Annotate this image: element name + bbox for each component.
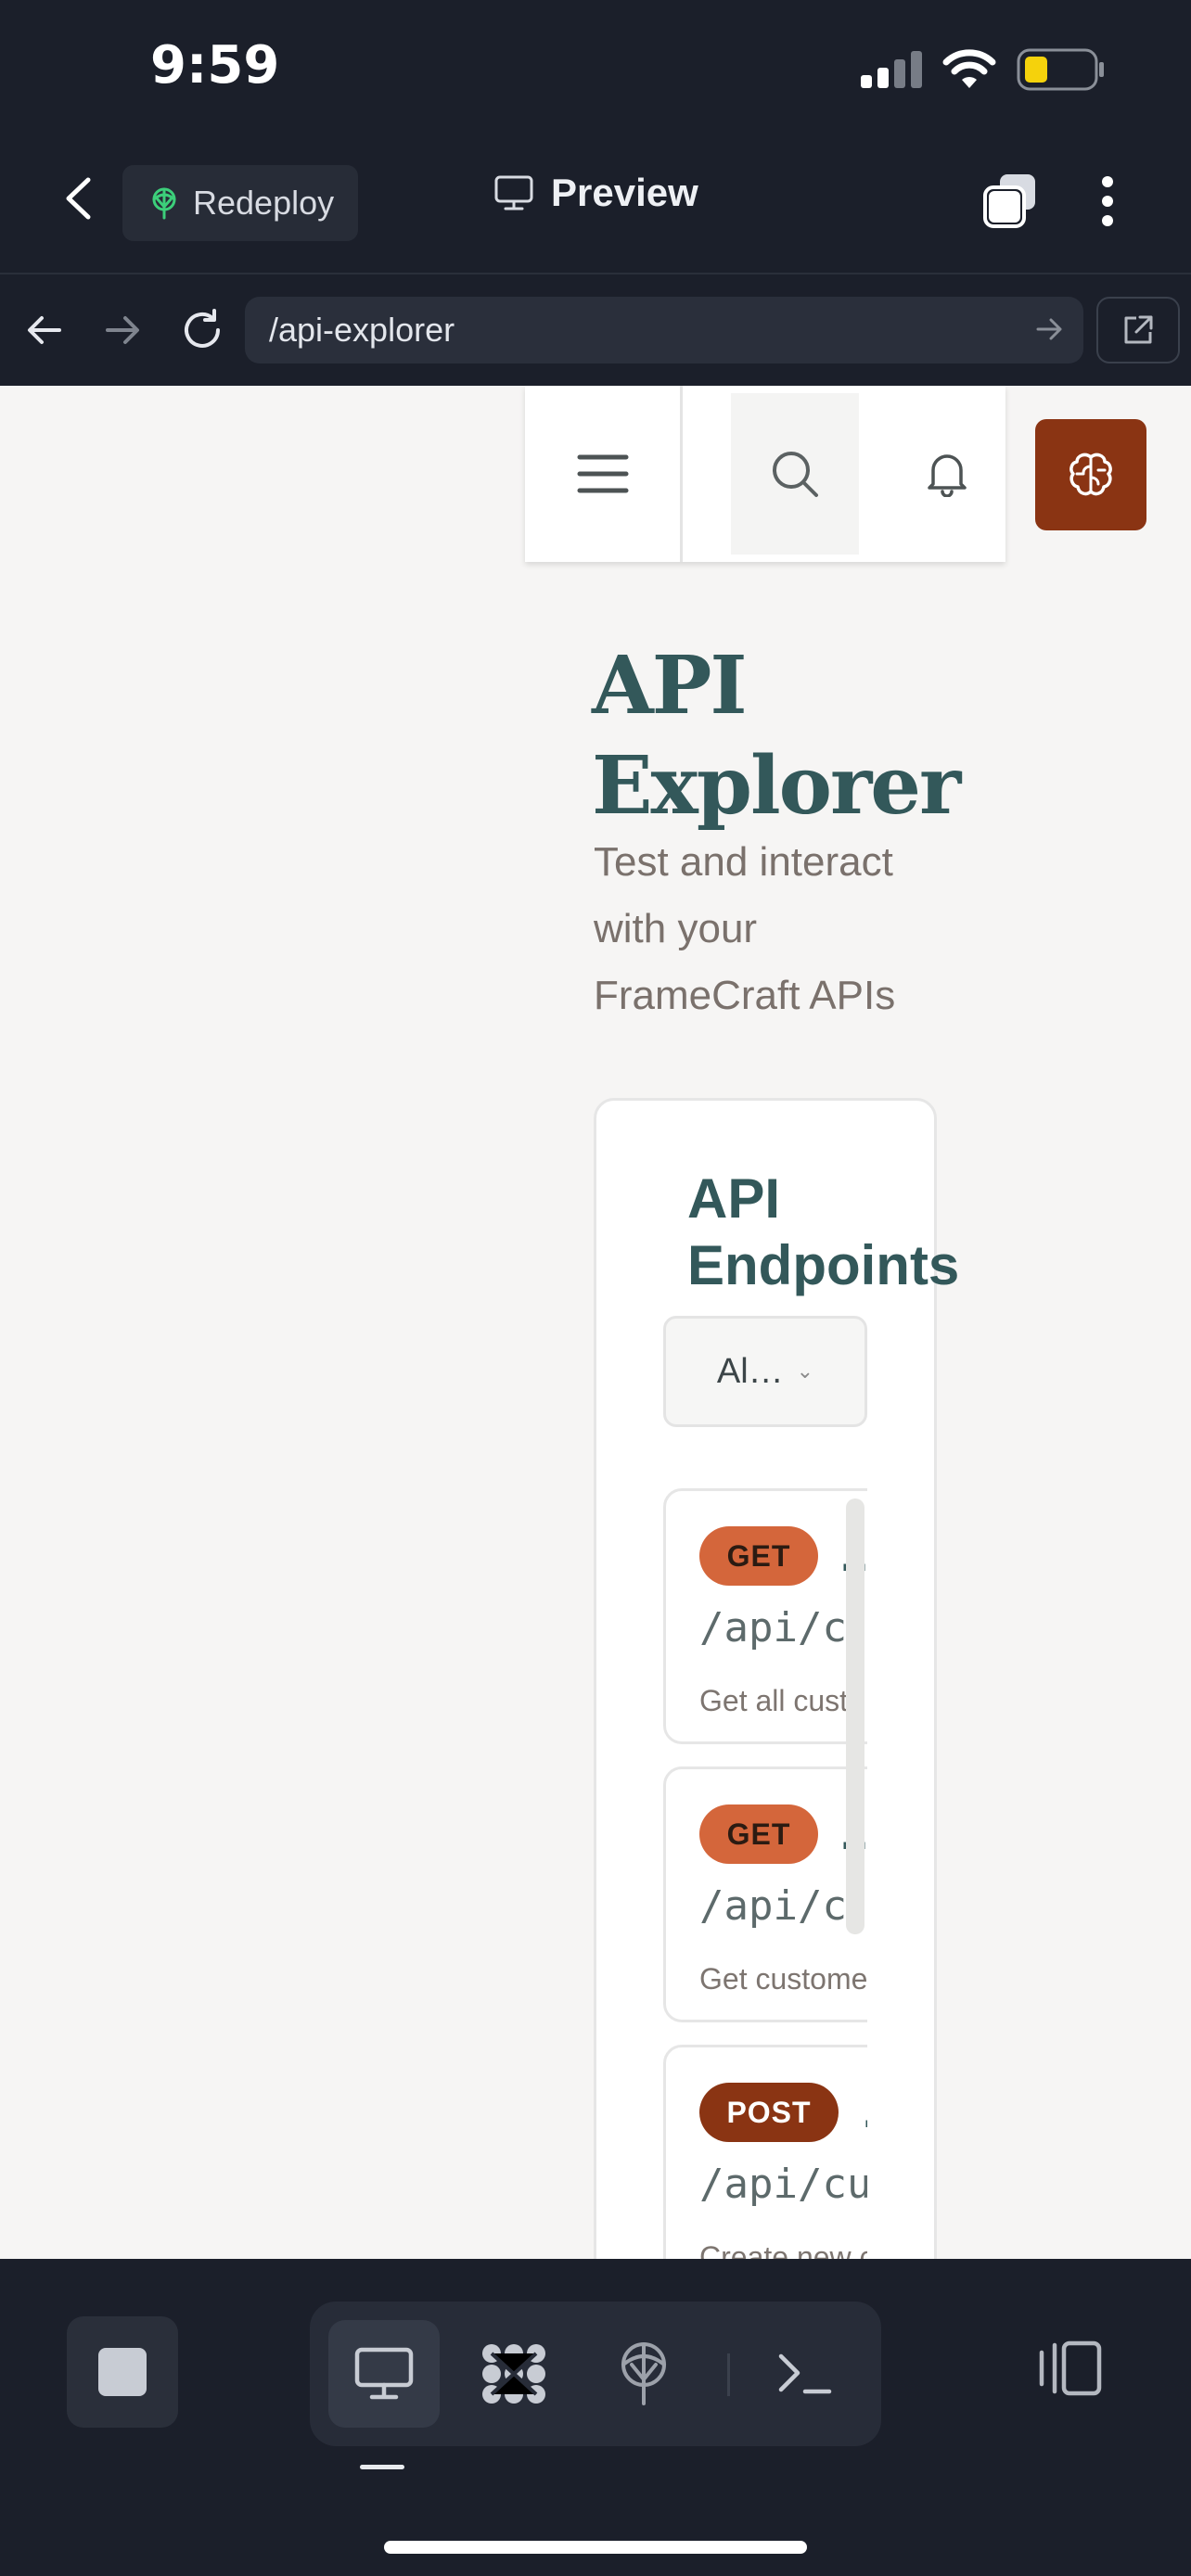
page-title: API Explorer xyxy=(592,639,961,833)
site-top-nav xyxy=(525,386,1005,562)
open-external-button[interactable] xyxy=(1096,297,1180,363)
tabs-icon xyxy=(983,174,1035,228)
arrow-left-icon xyxy=(28,316,61,344)
go-arrow-icon[interactable] xyxy=(1035,313,1065,345)
redeploy-icon xyxy=(152,187,176,220)
terminal-icon xyxy=(778,2353,832,2394)
search-icon xyxy=(773,452,818,497)
method-badge: GET xyxy=(699,1804,818,1864)
redeploy-label: Redeploy xyxy=(193,184,335,222)
endpoint-description: Get custome xyxy=(699,1962,867,1996)
monitor-icon xyxy=(494,175,533,210)
deploy-tool-button[interactable] xyxy=(588,2320,699,2428)
battery-icon xyxy=(1017,48,1104,91)
back-chevron-icon xyxy=(66,177,91,220)
stop-button[interactable] xyxy=(67,2316,178,2428)
ai-assistant-button[interactable] xyxy=(1035,419,1146,530)
panel-icon xyxy=(1039,2340,1102,2396)
header-divider xyxy=(0,273,1191,274)
back-button[interactable] xyxy=(52,172,104,224)
chevron-down-icon: ⌄ xyxy=(796,1359,814,1383)
reload-icon xyxy=(185,309,220,348)
home-indicator xyxy=(384,2541,807,2554)
endpoint-path: /api/cu xyxy=(699,2161,867,2208)
endpoint-description: Create new c xyxy=(699,2240,867,2259)
status-icons xyxy=(861,48,1106,91)
bell-icon xyxy=(928,454,967,497)
endpoint-path: /api/c xyxy=(699,1882,847,1930)
status-time: 9:59 xyxy=(150,35,280,96)
wifi-icon xyxy=(942,49,996,88)
page-subtitle: Test and interact with your FrameCraft A… xyxy=(594,839,896,1018)
arrow-right-icon xyxy=(106,316,139,344)
browser-forward-button[interactable] xyxy=(96,304,148,356)
reload-button[interactable] xyxy=(176,304,228,356)
monitor-icon xyxy=(354,2347,414,2400)
tool-group xyxy=(310,2302,881,2446)
endpoints-card: API Endpoints Al… ⌄ GET … /api/c Get all… xyxy=(594,1098,959,2259)
endpoint-name: … xyxy=(861,2085,867,2138)
toggle-panel-button[interactable] xyxy=(1030,2329,1108,2407)
preview-title: Preview xyxy=(493,171,698,215)
stop-icon xyxy=(98,2348,147,2396)
menu-button[interactable] xyxy=(525,386,683,562)
endpoint-item[interactable]: GET … /api/c Get all cust xyxy=(663,1488,867,1744)
bottom-toolbar xyxy=(0,2259,1191,2576)
endpoint-list-scrollbar[interactable] xyxy=(846,1498,864,1934)
browser-back-button[interactable] xyxy=(19,304,70,356)
filter-select-value: Al… xyxy=(716,1351,784,1391)
app-screen: 9:59 Redeploy Preview /api-explorer API … xyxy=(0,0,1191,2576)
menu-icon xyxy=(577,454,628,493)
endpoint-item[interactable]: POST … /api/cu Create new c xyxy=(663,2045,867,2259)
preview-title-text: Preview xyxy=(551,171,698,214)
deploy-icon xyxy=(621,2342,666,2405)
endpoint-description: Get all cust xyxy=(699,1684,849,1717)
endpoint-path: /api/c xyxy=(699,1604,847,1651)
notifications-button[interactable] xyxy=(905,386,989,562)
tabs-button[interactable] xyxy=(981,172,1039,230)
brain-icon xyxy=(1069,453,1112,496)
method-badge: GET xyxy=(699,1526,818,1586)
active-tool-indicator xyxy=(360,2465,404,2469)
endpoint-list: GET … /api/c Get all cust GET … /api/c G… xyxy=(663,1488,867,2259)
method-badge: POST xyxy=(699,2083,839,2142)
workflow-tool-button[interactable] xyxy=(458,2320,570,2428)
terminal-tool-button[interactable] xyxy=(749,2320,861,2428)
endpoints-card-title-text: API Endpoints xyxy=(687,1167,960,1296)
workflow-icon xyxy=(482,2344,545,2404)
more-vertical-icon xyxy=(1102,176,1113,187)
endpoint-filter-select[interactable]: Al… ⌄ xyxy=(663,1316,867,1427)
webview: API Explorer Test and interact with your… xyxy=(0,386,1191,2259)
more-options-button[interactable] xyxy=(1091,172,1124,230)
search-button[interactable] xyxy=(731,393,859,555)
redeploy-button[interactable]: Redeploy xyxy=(122,165,358,241)
url-bar[interactable]: /api-explorer xyxy=(245,297,1083,363)
endpoint-item[interactable]: GET … /api/c Get custome xyxy=(663,1766,867,2022)
signal-icon xyxy=(861,51,922,88)
external-link-icon xyxy=(1124,315,1153,344)
tool-divider xyxy=(727,2353,730,2396)
preview-tool-button[interactable] xyxy=(328,2320,440,2428)
url-text: /api-explorer xyxy=(269,311,455,349)
endpoints-card-title: API Endpoints xyxy=(687,1166,1021,1299)
